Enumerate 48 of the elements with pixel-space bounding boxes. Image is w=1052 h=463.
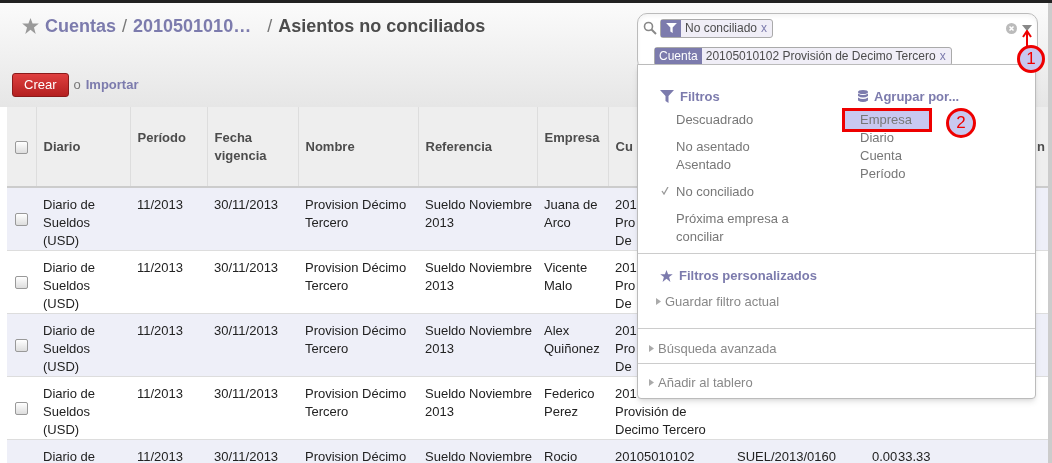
- table-cell: 20105010102: [615, 449, 695, 463]
- filters-heading: Filtros: [680, 88, 720, 106]
- table-cell: Provision Décimo Tercero: [305, 323, 407, 356]
- table-cell: SUEL/2013/0160: [737, 449, 837, 463]
- table-cell: Federico Perez: [544, 386, 595, 419]
- facet-label: Cuenta: [655, 47, 702, 65]
- table-cell: 0.00: [872, 449, 898, 463]
- or-text: o: [73, 76, 81, 95]
- table-cell: Provision Décimo Tercero: [305, 260, 407, 293]
- table-cell: Vicente Malo: [544, 260, 588, 293]
- table-cell: Diario de Sueldos (USD): [43, 323, 96, 374]
- table-cell: 11/2013: [137, 323, 184, 338]
- table-cell: Rocio: [544, 449, 578, 463]
- table-cell: 201 Provisión de Decimo Tercero: [615, 386, 706, 437]
- table-cell: 33.33: [898, 449, 931, 463]
- page-title: Asientos no conciliados: [278, 14, 486, 38]
- table-cell: Sueldo Noviembre: [425, 449, 532, 463]
- table-cell: 11/2013: [137, 386, 184, 401]
- table-cell: Diario de Sueldos (USD): [43, 260, 96, 311]
- table-cell: Sueldo Noviembre 2013: [425, 197, 532, 230]
- table-cell: Provision Décimo: [305, 449, 407, 463]
- table-cell: Sueldo Noviembre 2013: [425, 386, 532, 419]
- breadcrumb-separator: /: [267, 14, 273, 38]
- table-cell: 11/2013: [137, 449, 184, 463]
- table-cell: 30/11/2013: [214, 386, 279, 401]
- table-cell: 11/2013: [137, 197, 184, 212]
- table-cell: 30/11/2013: [214, 449, 279, 463]
- table-cell: 30/11/2013: [214, 260, 279, 275]
- table-cell: Provision Décimo Tercero: [305, 197, 407, 230]
- table-cell: Juana de Arco: [544, 197, 598, 230]
- table-cell: Alex Quiñonez: [544, 323, 600, 356]
- table-cell: 30/11/2013: [214, 197, 279, 212]
- table-cell: 201 Pro De: [615, 197, 637, 248]
- breadcrumb-separator: /: [122, 14, 128, 38]
- table-cell: 201 Pro De: [615, 323, 637, 374]
- table-cell: Sueldo Noviembre 2013: [425, 323, 532, 356]
- table-cell: Sueldo Noviembre 2013: [425, 260, 532, 293]
- table-cell: 11/2013: [137, 260, 184, 275]
- table-cell: Provision Décimo Tercero: [305, 386, 407, 419]
- table-cell: 201 Pro De: [615, 260, 637, 311]
- table-cell: Diario de Sueldos (USD): [43, 197, 96, 248]
- facet-value: 20105010102 Provisión de Decimo Tercero: [704, 48, 937, 65]
- table-cell: Diario de: [43, 449, 96, 463]
- table-cell: 30/11/2013: [214, 323, 279, 338]
- custom-filters-heading: Filtros personalizados: [679, 267, 817, 285]
- group-by-heading: Agrupar por...: [874, 88, 960, 106]
- table-cell: Diario de Sueldos (USD): [43, 386, 96, 437]
- facet-value: No conciliado: [684, 20, 759, 37]
